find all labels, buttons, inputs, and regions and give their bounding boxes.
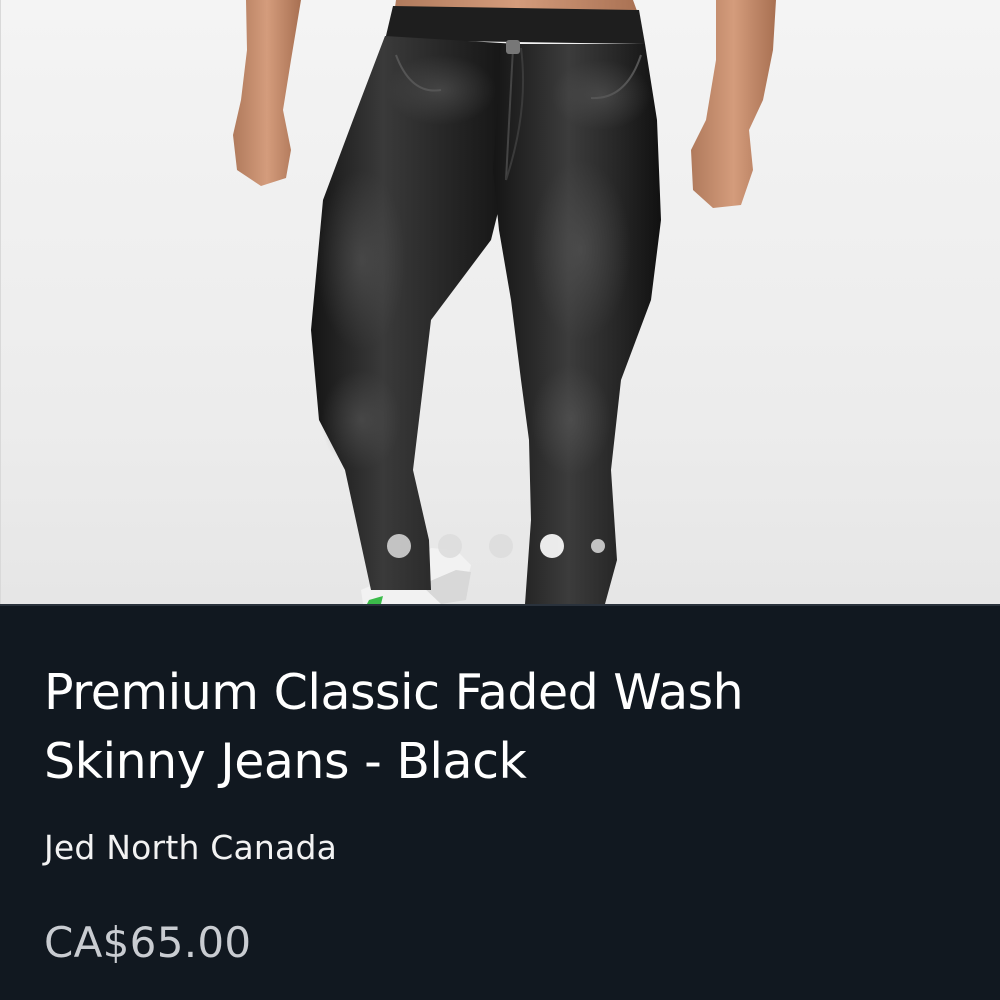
product-title-line-1: Premium Classic Faded Wash <box>44 664 744 721</box>
carousel-dot-5[interactable] <box>591 539 605 553</box>
brand-link[interactable]: Jed North Canada <box>44 828 337 867</box>
carousel-dot-1[interactable] <box>387 534 411 558</box>
carousel-dot-3[interactable] <box>489 534 513 558</box>
product-image[interactable] <box>0 0 1000 604</box>
jeans-photo <box>233 0 776 604</box>
product-info-panel: Premium Classic Faded Wash Skinny Jeans … <box>0 604 1000 1000</box>
product-title[interactable]: Premium Classic Faded Wash Skinny Jeans … <box>44 658 944 796</box>
carousel-dots <box>387 533 605 559</box>
product-price: CA$65.00 <box>44 918 252 967</box>
product-card: Premium Classic Faded Wash Skinny Jeans … <box>0 0 1000 1000</box>
carousel-dot-4[interactable] <box>540 534 564 558</box>
carousel-dot-2[interactable] <box>438 534 462 558</box>
product-title-line-2: Skinny Jeans - Black <box>44 733 527 790</box>
